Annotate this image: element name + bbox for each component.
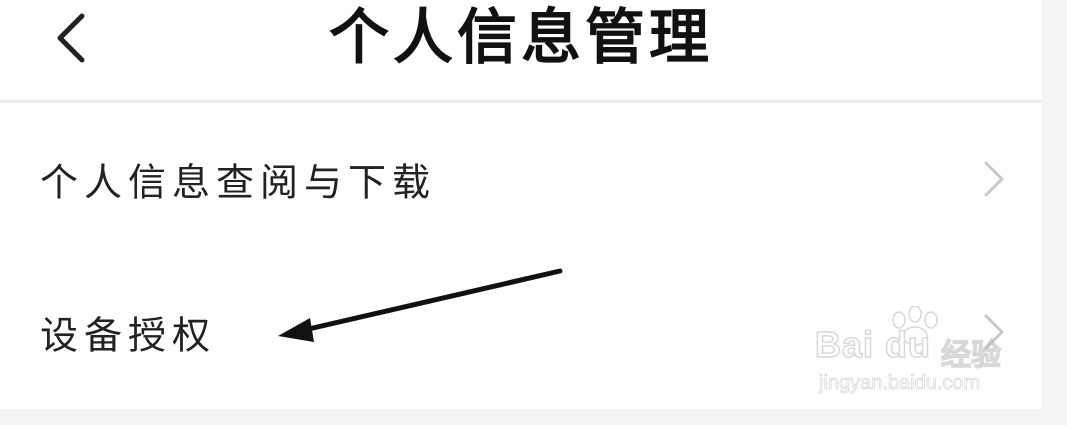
- menu-item-label: 设备授权: [40, 313, 217, 358]
- chevron-right-icon: [984, 161, 1004, 197]
- watermark-brand: 经验: [940, 337, 1001, 373]
- bottom-band: [0, 409, 1042, 425]
- screen: 个人信息管理 个人信息查阅与下载 设备授权 Bai du 经验 jingyan.…: [0, 0, 1067, 425]
- side-strip: [1042, 0, 1067, 425]
- menu-item-info-download[interactable]: 个人信息查阅与下载: [0, 103, 1042, 255]
- menu-item-label: 个人信息查阅与下载: [40, 160, 437, 205]
- page-title: 个人信息管理: [329, 3, 713, 73]
- watermark-url: jingyan.baidu.com: [819, 372, 981, 395]
- nav-header: 个人信息管理: [0, 0, 1042, 100]
- watermark-logo: Bai du: [814, 323, 932, 366]
- watermark: Bai du 经验 jingyan.baidu.com: [814, 306, 1015, 400]
